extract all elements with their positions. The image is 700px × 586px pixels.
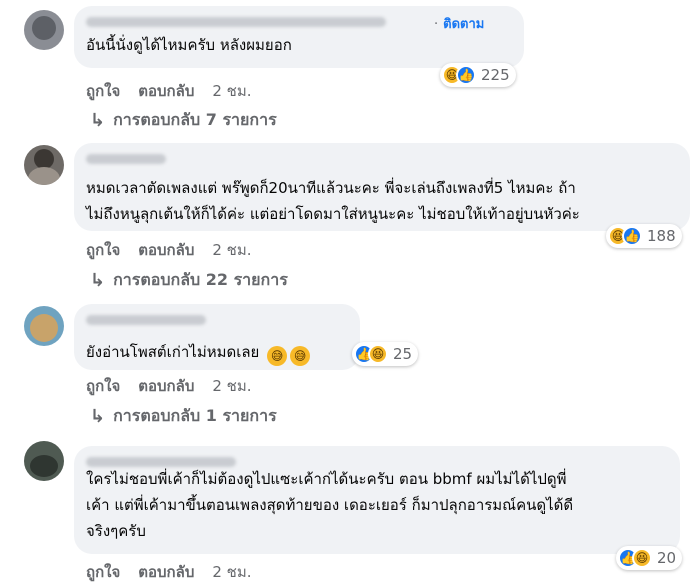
replies-label[interactable]: การตอบกลับ 1 รายการ	[113, 404, 277, 429]
reaction-count: 188	[647, 227, 676, 245]
reply-button[interactable]: ตอบกลับ	[138, 374, 194, 398]
comment-line: ไม่ถึงหนูลุกเต้นให้ก็ได้ค่ะ แต่อย่าโดดมา…	[86, 205, 580, 223]
reply-arrow-icon: ↳	[90, 406, 106, 427]
follow-label[interactable]: ติดตาม	[443, 17, 484, 32]
like-icon: 👍	[622, 226, 642, 246]
comment-bubble: · ติดตาม อันนี้นั่งดูได้ไหมครับ หลังผมยอก	[74, 6, 524, 68]
reply-button[interactable]: ตอบกลับ	[138, 238, 194, 262]
commenter-name-blurred[interactable]	[86, 17, 386, 27]
timestamp[interactable]: 2 ชม.	[212, 79, 251, 103]
comment-line: ใครไม่ชอบพี่เค้าก็ไม่ต้องดูไปแซะเค้าก่ได…	[86, 470, 567, 488]
avatar[interactable]	[24, 145, 64, 185]
avatar[interactable]	[24, 10, 64, 50]
comment-line: เค้า แต่พี่เค้ามาขึ้นตอนเพลงสุดท้ายของ เ…	[86, 496, 574, 514]
comment-line: อันนี้นั่งดูได้ไหมครับ หลังผมยอก	[86, 36, 292, 54]
reply-button[interactable]: ตอบกลับ	[138, 79, 194, 103]
comment-text: ใครไม่ชอบพี่เค้าก็ไม่ต้องดูไปแซะเค้าก่ได…	[86, 466, 573, 544]
reaction-summary[interactable]: 😆 👍 225	[440, 63, 516, 87]
comment-actions: ถูกใจ ตอบกลับ 2 ชม.	[86, 79, 252, 103]
comment-bubble: ใครไม่ชอบพี่เค้าก็ไม่ต้องดูไปแซะเค้าก่ได…	[74, 446, 680, 554]
reaction-summary[interactable]: 😆 👍 188	[606, 224, 682, 248]
view-replies-link[interactable]: ↳ การตอบกลับ 22 รายการ	[90, 268, 288, 293]
commenter-name-blurred[interactable]	[86, 315, 206, 325]
comment-line: ยังอ่านโพสต์เก่าไม่หมดเลย	[86, 343, 260, 361]
like-button[interactable]: ถูกใจ	[86, 374, 120, 398]
reaction-count: 225	[481, 66, 510, 84]
comment-bubble: หมดเวลาตัดเพลงแต่ พร๊พูดก็20นาทีแล้วนะคะ…	[74, 143, 690, 231]
like-icon: 👍	[456, 65, 476, 85]
haha-icon: 😆	[632, 548, 652, 568]
sweat-smile-emoji: 😅	[290, 346, 311, 366]
separator-dot: ·	[434, 17, 439, 32]
timestamp[interactable]: 2 ชม.	[212, 374, 251, 398]
comment-actions: ถูกใจ ตอบกลับ 2 ชม.	[86, 238, 252, 262]
follow-link[interactable]: · ติดตาม	[434, 13, 484, 34]
reaction-count: 20	[657, 549, 677, 567]
reaction-summary[interactable]: 👍 😆 25	[352, 342, 419, 366]
timestamp[interactable]: 2 ชม.	[212, 238, 251, 262]
avatar[interactable]	[24, 306, 64, 346]
sweat-smile-emoji: 😅	[267, 346, 288, 366]
replies-label[interactable]: การตอบกลับ 22 รายการ	[113, 268, 288, 293]
avatar[interactable]	[24, 441, 64, 481]
reply-button[interactable]: ตอบกลับ	[138, 560, 194, 584]
view-replies-link[interactable]: ↳ การตอบกลับ 1 รายการ	[90, 404, 277, 429]
comment-text: หมดเวลาตัดเพลงแต่ พร๊พูดก็20นาทีแล้วนะคะ…	[86, 175, 580, 227]
reaction-count: 25	[393, 345, 413, 363]
like-button[interactable]: ถูกใจ	[86, 238, 120, 262]
reaction-summary[interactable]: 👍 😆 20	[616, 546, 683, 570]
comment-bubble: ยังอ่านโพสต์เก่าไม่หมดเลย 😅 😅	[74, 304, 360, 370]
reply-arrow-icon: ↳	[90, 110, 106, 131]
comment-line: จริงๆครับ	[86, 522, 146, 540]
timestamp[interactable]: 2 ชม.	[212, 560, 251, 584]
comment-actions: ถูกใจ ตอบกลับ 2 ชม.	[86, 560, 252, 584]
comment-line: หมดเวลาตัดเพลงแต่ พร๊พูดก็20นาทีแล้วนะคะ…	[86, 179, 576, 197]
like-button[interactable]: ถูกใจ	[86, 560, 120, 584]
comment-actions: ถูกใจ ตอบกลับ 2 ชม.	[86, 374, 252, 398]
haha-icon: 😆	[368, 344, 388, 364]
reply-arrow-icon: ↳	[90, 270, 106, 291]
comment-text: ยังอ่านโพสต์เก่าไม่หมดเลย 😅 😅	[86, 339, 311, 366]
replies-label[interactable]: การตอบกลับ 7 รายการ	[113, 108, 277, 133]
view-replies-link[interactable]: ↳ การตอบกลับ 7 รายการ	[90, 108, 277, 133]
comment-text: อันนี้นั่งดูได้ไหมครับ หลังผมยอก	[86, 32, 292, 58]
commenter-name-blurred[interactable]	[86, 154, 166, 164]
like-button[interactable]: ถูกใจ	[86, 79, 120, 103]
